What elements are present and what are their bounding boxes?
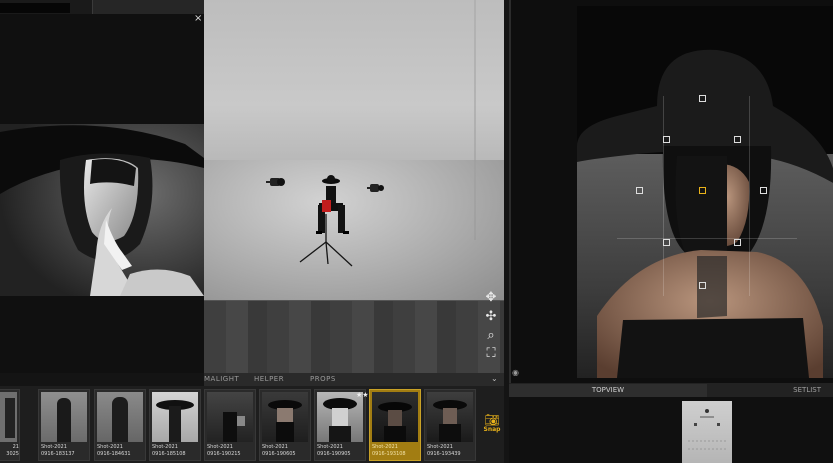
guide-line (663, 96, 664, 296)
camera-icon: 📷︎ (484, 413, 500, 427)
thumb-image (372, 392, 418, 442)
thumb-caption: Shot-2021 0916-190905 (317, 444, 365, 458)
preview-photo (0, 124, 204, 296)
thumb-image (152, 392, 198, 442)
topview-map[interactable] (682, 401, 732, 463)
chevron-down-icon[interactable]: ⌄ (491, 374, 498, 383)
af-point[interactable] (636, 187, 643, 194)
thumb-timestamp: 0916-183137 (41, 451, 75, 457)
af-point[interactable] (734, 136, 741, 143)
thumb-timestamp: 0916-184631 (97, 451, 131, 457)
af-point[interactable] (760, 187, 767, 194)
rating-stars[interactable]: ★★★ (356, 391, 375, 400)
thumb-title: Shot-2021 (317, 444, 343, 450)
thumb-caption: Shot-2021 0916-193108 (372, 444, 420, 458)
light-left (266, 178, 285, 186)
filmstrip-thumb[interactable]: Shot-2021 0916-190605 (259, 389, 311, 461)
thumb-image (207, 392, 253, 442)
filmstrip-thumb[interactable]: Shot-2021 0916-193439 (424, 389, 476, 461)
model-figure (316, 175, 349, 234)
topview-diagram (688, 409, 726, 450)
category-tabs: MALIGHT HELPER PROPS (204, 373, 504, 386)
snapshot-preview-panel (0, 14, 204, 373)
tab-malight[interactable]: MALIGHT (204, 375, 239, 383)
fit-view-icon[interactable]: ⛶ (482, 344, 500, 362)
visibility-icon[interactable]: ◉ (512, 368, 519, 377)
af-point[interactable] (663, 136, 670, 143)
thumb-image (41, 392, 87, 442)
orbit-icon[interactable]: ✥ (482, 288, 500, 306)
guide-line (749, 96, 750, 296)
thumb-title: Shot-2021 (41, 444, 67, 450)
thumb-title: Shot-2021 (97, 444, 123, 450)
studio-scene (266, 175, 384, 267)
snap-button[interactable]: 📷︎ Snap (480, 414, 504, 440)
thumb-timestamp: 0916-190905 (317, 451, 351, 457)
thumb-timestamp: 0916-190605 (262, 451, 296, 457)
thumb-title: Shot-2021 (262, 444, 288, 450)
thumb-caption: Shot-2021 0916-193439 (427, 444, 475, 458)
af-point-active[interactable] (699, 187, 706, 194)
thumb-image (0, 392, 17, 442)
filmstrip-thumb[interactable]: Shot-2021 0916-190215 (204, 389, 256, 461)
camera-view[interactable] (509, 0, 833, 383)
filmstrip-thumb[interactable]: 21 3025 (0, 389, 20, 461)
thumb-image (262, 392, 308, 442)
thumb-caption: Shot-2021 0916-185108 (152, 444, 200, 458)
filmstrip-thumb[interactable]: Shot-2021 0916-183137 (38, 389, 90, 461)
top-strip-left (0, 0, 92, 14)
pan-icon[interactable]: ✣ (482, 307, 500, 325)
preview-portrait (0, 124, 204, 296)
af-point[interactable] (663, 239, 670, 246)
close-preview-button[interactable]: × (194, 14, 204, 24)
af-point[interactable] (699, 95, 706, 102)
thumb-caption: Shot-2021 0916-183137 (41, 444, 89, 458)
light-right (367, 184, 384, 192)
thumb-title: Shot-2021 (372, 444, 398, 450)
tab-topview[interactable]: TOPVIEW (509, 384, 707, 397)
thumb-timestamp: 3025 (6, 451, 19, 457)
thumb-timestamp: 0916-193108 (372, 451, 406, 457)
thumb-timestamp: 0916-185108 (152, 451, 186, 457)
topview-panel (509, 397, 833, 463)
zoom-icon[interactable]: ⌕ (482, 326, 500, 344)
tab-props[interactable]: PROPS (310, 375, 336, 383)
thumb-image (427, 392, 473, 442)
thumb-title: 21 (12, 444, 19, 450)
af-point[interactable] (699, 282, 706, 289)
camera-frame (577, 6, 833, 378)
top-strip-inset (0, 3, 70, 13)
thumb-title: Shot-2021 (152, 444, 178, 450)
snap-label: Snap (483, 426, 501, 433)
thumb-title: Shot-2021 (427, 444, 453, 450)
thumb-title: Shot-2021 (207, 444, 233, 450)
studio-viewport[interactable]: ✥ ✣ ⌕ ⛶ (204, 0, 504, 373)
tab-helper[interactable]: HELPER (254, 375, 284, 383)
tab-setlist[interactable]: SETLIST (707, 384, 833, 397)
thumb-image (97, 392, 143, 442)
thumb-timestamp: 0916-193439 (427, 451, 461, 457)
guide-line (617, 238, 797, 239)
thumb-caption: Shot-2021 0916-190215 (207, 444, 255, 458)
thumb-caption: Shot-2021 0916-184631 (97, 444, 145, 458)
af-point[interactable] (734, 239, 741, 246)
thumb-caption: Shot-2021 0916-190605 (262, 444, 310, 458)
filmstrip-thumb[interactable]: Shot-2021 0916-185108 (149, 389, 201, 461)
thumb-timestamp: 0916-190215 (207, 451, 241, 457)
filmstrip-thumb-selected[interactable]: Shot-2021 0916-193108 (369, 389, 421, 461)
thumb-caption: 21 3025 (0, 444, 19, 458)
filmstrip-thumb[interactable]: Shot-2021 0916-184631 (94, 389, 146, 461)
